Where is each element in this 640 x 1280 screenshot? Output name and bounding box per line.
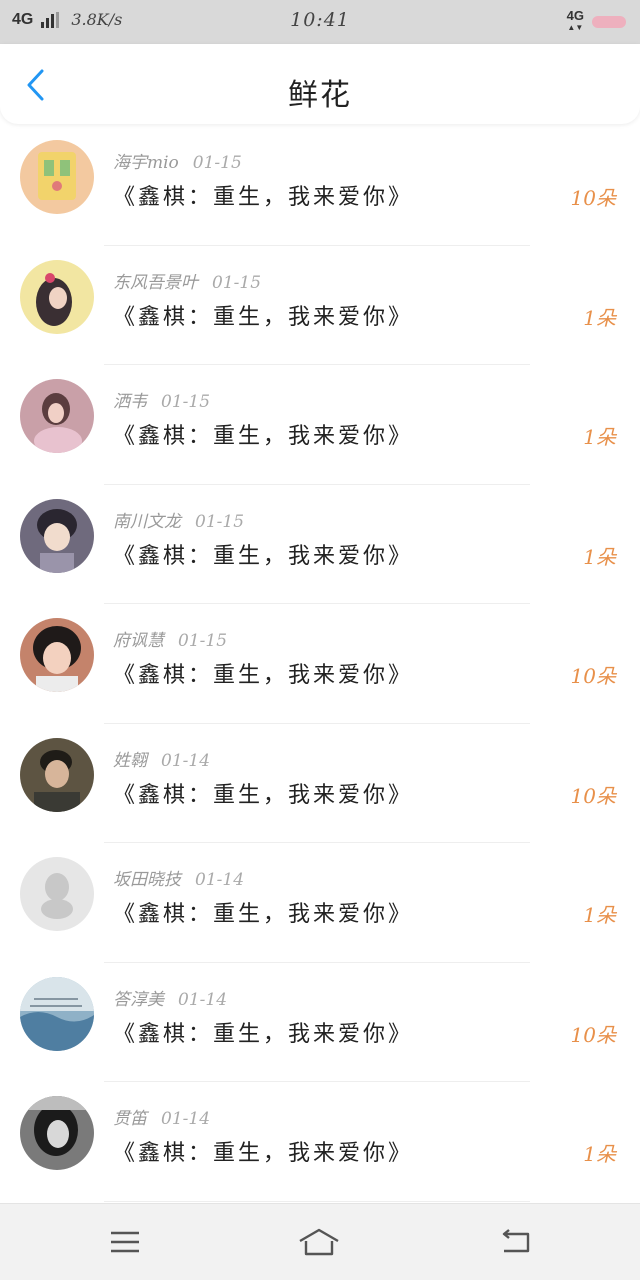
date: 01-14 xyxy=(161,1109,211,1129)
flower-count: 10朵 xyxy=(570,664,616,688)
meta-line: 南川文龙 01-15 xyxy=(113,507,244,532)
list-item[interactable]: 答淳美 01-14 《鑫棋：重生，我来爱你》 10朵 xyxy=(0,963,640,1082)
book-title[interactable]: 《鑫棋：重生，我来爱你》 xyxy=(113,896,413,928)
flower-count: 1朵 xyxy=(583,425,616,449)
username[interactable]: 坂田晓技 xyxy=(113,870,181,890)
username[interactable]: 贯笛 xyxy=(113,1109,147,1129)
meta-line: 答淳美 01-14 xyxy=(113,985,227,1010)
date: 01-14 xyxy=(195,870,245,890)
list-item[interactable]: 贯笛 01-14 《鑫棋：重生，我来爱你》 1朵 xyxy=(0,1082,640,1202)
default-avatar-icon xyxy=(41,873,73,919)
meta-line: 坂田晓技 01-14 xyxy=(113,865,244,890)
back-nav-button[interactable] xyxy=(493,1224,537,1260)
date: 01-14 xyxy=(161,750,211,771)
avatar-image xyxy=(20,1096,94,1156)
avatar[interactable] xyxy=(20,737,94,812)
list-item[interactable]: 南川文龙 01-15 《鑫棋：重生，我来爱你》 1朵 xyxy=(0,485,640,604)
avatar[interactable] xyxy=(20,140,94,214)
username[interactable]: 姓翱 xyxy=(113,751,147,771)
meta-line: 洒韦 01-15 xyxy=(113,387,210,412)
battery-icon xyxy=(592,16,626,28)
username[interactable]: 府讽慧 xyxy=(113,631,164,651)
home-button[interactable] xyxy=(297,1224,341,1260)
username[interactable]: 东风吾景叶 xyxy=(113,273,198,293)
book-title[interactable]: 《鑫棋：重生，我来爱你》 xyxy=(113,657,413,689)
date: 01-15 xyxy=(192,153,242,173)
date: 01-15 xyxy=(195,511,245,532)
network-type-right: 4G ▲▼ xyxy=(566,8,584,32)
flower-count: 10朵 xyxy=(570,186,616,210)
date: 01-15 xyxy=(161,392,211,412)
book-title[interactable]: 《鑫棋：重生，我来爱你》 xyxy=(113,1135,413,1167)
list-item[interactable]: 坂田晓技 01-14 《鑫棋：重生，我来爱你》 1朵 xyxy=(0,843,640,963)
book-title[interactable]: 《鑫棋：重生，我来爱你》 xyxy=(113,299,413,331)
avatar[interactable] xyxy=(20,259,94,334)
system-nav-bar xyxy=(0,1203,640,1280)
date: 01-15 xyxy=(178,631,228,651)
avatar-image xyxy=(38,152,76,200)
menu-button[interactable] xyxy=(103,1224,147,1260)
avatar[interactable] xyxy=(20,1096,94,1170)
clock: 10:41 xyxy=(290,9,350,31)
flower-count: 10朵 xyxy=(570,783,616,808)
header-bar: 鲜花 xyxy=(0,44,640,124)
menu-icon xyxy=(111,1231,139,1253)
username[interactable]: 洒韦 xyxy=(113,392,147,412)
meta-line: 东风吾景叶 01-15 xyxy=(113,268,261,293)
list-item[interactable]: 海宇mio 01-15 《鑫棋：重生，我来爱你》 10朵 xyxy=(0,126,640,246)
flower-count: 1朵 xyxy=(583,544,616,569)
flower-count: 10朵 xyxy=(570,1022,616,1047)
book-title[interactable]: 《鑫棋：重生，我来爱你》 xyxy=(113,179,413,211)
username[interactable]: 南川文龙 xyxy=(113,512,181,532)
avatar-image xyxy=(34,749,80,812)
book-title[interactable]: 《鑫棋：重生，我来爱你》 xyxy=(113,1016,413,1048)
list-item[interactable]: 东风吾景叶 01-15 《鑫棋：重生，我来爱你》 1朵 xyxy=(0,246,640,365)
meta-line: 海宇mio 01-15 xyxy=(113,148,242,173)
avatar-image xyxy=(37,508,77,573)
flower-count: 1朵 xyxy=(583,1142,616,1166)
avatar-image xyxy=(33,626,81,692)
book-title[interactable]: 《鑫棋：重生，我来爱你》 xyxy=(113,418,413,450)
avatar-image xyxy=(34,393,82,453)
flower-count: 1朵 xyxy=(583,903,616,927)
meta-line: 贯笛 01-14 xyxy=(113,1104,210,1129)
flower-count: 1朵 xyxy=(583,305,616,330)
list-item[interactable]: 洒韦 01-15 《鑫棋：重生，我来爱你》 1朵 xyxy=(0,365,640,485)
username[interactable]: 海宇mio xyxy=(113,153,179,173)
username[interactable]: 答淳美 xyxy=(113,990,164,1010)
list-item[interactable]: 府讽慧 01-15 《鑫棋：重生，我来爱你》 10朵 xyxy=(0,604,640,724)
home-icon xyxy=(299,1228,339,1256)
status-right: 4G ▲▼ xyxy=(566,8,626,34)
meta-line: 府讽慧 01-15 xyxy=(113,626,227,651)
list-item[interactable]: 姓翱 01-14 《鑫棋：重生，我来爱你》 10朵 xyxy=(0,724,640,843)
flower-list: 海宇mio 01-15 《鑫棋：重生，我来爱你》 10朵 东风吾景叶 01-15 《… xyxy=(0,126,640,1202)
divider xyxy=(104,1200,530,1202)
meta-line: 姓翱 01-14 xyxy=(113,746,210,771)
status-bar: 4G 3.8K/s 10:41 4G ▲▼ xyxy=(0,0,640,44)
avatar[interactable] xyxy=(20,857,94,931)
back-arrow-icon xyxy=(502,1229,530,1253)
page-title: 鲜花 xyxy=(288,78,352,113)
book-title[interactable]: 《鑫棋：重生，我来爱你》 xyxy=(113,538,413,570)
avatar-image xyxy=(36,272,72,326)
date: 01-15 xyxy=(212,272,262,293)
avatar-image xyxy=(20,976,94,1051)
avatar[interactable] xyxy=(20,498,94,573)
date: 01-14 xyxy=(178,989,228,1010)
book-title[interactable]: 《鑫棋：重生，我来爱你》 xyxy=(113,777,413,809)
avatar[interactable] xyxy=(20,379,94,453)
avatar[interactable] xyxy=(20,618,94,692)
avatar[interactable] xyxy=(20,976,94,1051)
